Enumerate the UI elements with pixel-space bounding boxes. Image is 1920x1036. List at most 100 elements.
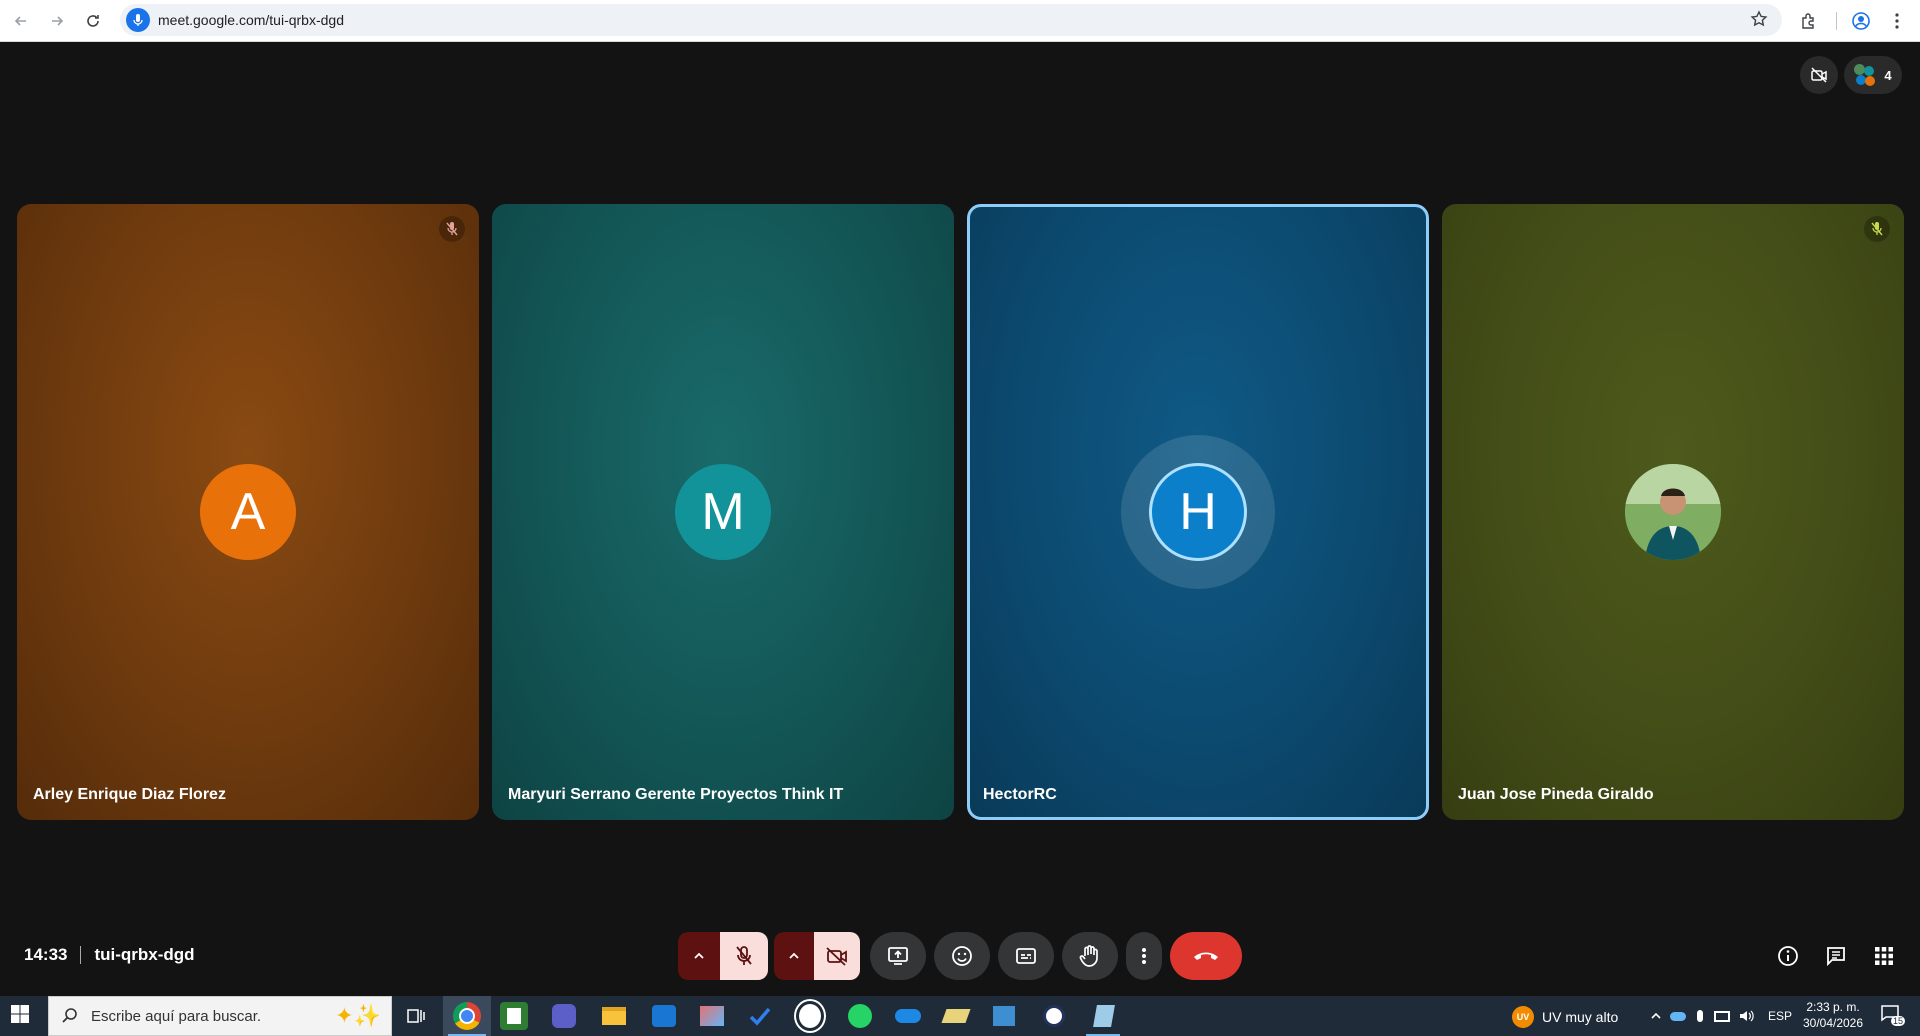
toolbar-divider [1836,12,1837,30]
avatar: A [200,464,296,560]
taskbar-search-box[interactable]: Escribe aquí para buscar. ✦✨ [48,996,392,1036]
clock-time: 2:33 p. m. [1806,1000,1860,1014]
clock-date: 30/04/2026 [1802,1016,1864,1030]
windows-taskbar: Escribe aquí para buscar. ✦✨ UV UV muy a… [0,996,1920,1036]
teams-icon[interactable] [550,1002,578,1030]
closed-captions-icon [1016,948,1036,964]
url-text[interactable]: meet.google.com/tui-qrbx-dgd [158,12,344,28]
extensions-button[interactable] [1796,8,1822,34]
weather-uv-icon[interactable]: UV [1512,1006,1534,1028]
avatar: H [1149,463,1247,561]
profile-photo [1625,464,1721,560]
participant-name: Juan Jose Pineda Giraldo [1458,786,1654,803]
reactions-button[interactable] [934,932,990,980]
search-icon [62,1008,77,1023]
more-vert-icon [1142,948,1146,964]
forward-arrow-icon [52,16,64,26]
outlook-icon[interactable] [650,1002,678,1030]
present-screen-button[interactable] [870,932,926,980]
participant-tile[interactable]: Juan Jose Pineda Giraldo [1442,204,1904,820]
reload-button[interactable] [80,8,106,34]
photos-icon[interactable] [698,1002,726,1030]
camera-off-indicator[interactable] [1800,56,1838,94]
camera-toggle-button[interactable] [814,932,860,980]
muted-mic-icon [439,216,465,242]
video-options-button[interactable] [774,932,814,980]
chrome-icon[interactable] [453,1002,481,1030]
forward-button[interactable] [44,8,70,34]
hand-icon [1079,945,1098,967]
camera-off-icon [826,947,847,966]
back-button[interactable] [8,8,34,34]
person-photo-icon [1625,464,1721,560]
chevron-up-icon [694,952,704,959]
muted-mic-icon [1864,216,1890,242]
language-indicator[interactable]: ESP [1768,1009,1792,1023]
bookmark-star-icon[interactable] [1750,10,1770,30]
search-placeholder: Escribe aquí para buscar. [91,1007,262,1025]
sticky-app-icon[interactable] [941,1002,971,1030]
present-screen-icon [888,947,908,965]
browser-toolbar: meet.google.com/tui-qrbx-dgd [0,0,1920,42]
weather-text[interactable]: UV muy alto [1542,1009,1618,1025]
raise-hand-button[interactable] [1062,932,1118,980]
network-tray-icon[interactable] [1710,1004,1734,1028]
windows-start-button[interactable] [10,1004,34,1028]
mic-tray-icon[interactable] [1688,1004,1712,1028]
account-icon [1852,12,1870,30]
whatsapp-icon[interactable] [846,1002,874,1030]
meeting-time: 14:33 [24,945,68,964]
network-app-icon[interactable] [990,1002,1018,1030]
notification-count-badge: 15 [1891,1016,1906,1026]
kebab-menu-icon [1895,13,1899,29]
participant-tile[interactable]: M Maryuri Serrano Gerente Proyectos Thin… [492,204,954,820]
task-view-button[interactable] [402,1002,430,1030]
apps-grid-icon [1875,947,1893,965]
onedrive-tray-icon[interactable] [1666,1004,1690,1028]
leave-call-button[interactable] [1170,932,1242,980]
participant-name: Maryuri Serrano Gerente Proyectos Think … [508,786,844,803]
meeting-details: 14:33 tui-qrbx-dgd [24,945,195,965]
file-explorer-icon[interactable] [600,1002,628,1030]
divider [80,946,82,964]
volume-tray-icon[interactable] [1734,1004,1758,1028]
address-bar[interactable]: meet.google.com/tui-qrbx-dgd [120,4,1782,36]
activities-button[interactable] [1866,938,1902,974]
captions-button[interactable] [998,932,1054,980]
participant-name: Arley Enrique Diaz Florez [33,786,226,803]
windows-logo-icon [11,1005,29,1023]
menu-button[interactable] [1884,8,1910,34]
notification-center-button[interactable]: 15 [1880,1004,1906,1028]
taskbar-clock[interactable]: 2:33 p. m. 30/04/2026 [1800,1000,1866,1030]
onedrive-icon[interactable] [894,1002,922,1030]
emoji-icon [952,946,972,966]
vpn-lock-icon[interactable] [1040,1002,1068,1030]
chat-button[interactable] [1818,938,1854,974]
notepad-app-icon[interactable] [500,1002,528,1030]
participant-tile[interactable]: A Arley Enrique Diaz Florez [17,204,479,820]
participant-grid: A Arley Enrique Diaz Florez M Maryuri Se… [17,204,1904,820]
microphone-toggle-button[interactable] [720,932,768,980]
notes-app-icon[interactable] [1090,1002,1118,1030]
participant-name: HectorRC [983,786,1057,803]
mic-control-group [678,932,768,980]
tray-overflow-chevron-icon[interactable] [1644,1004,1668,1028]
more-options-button[interactable] [1126,932,1162,980]
back-arrow-icon [14,16,26,26]
meeting-details-button[interactable] [1770,938,1806,974]
participants-button[interactable]: 4 [1844,56,1902,94]
chat-app-icon[interactable] [796,1001,824,1031]
profile-button[interactable] [1848,8,1874,34]
chevron-up-icon [789,952,799,959]
todo-icon[interactable] [746,1002,774,1030]
participant-tile-speaking[interactable]: H HectorRC [967,204,1429,820]
task-view-icon [407,1009,425,1023]
sparkle-decoration-icon: ✦✨ [335,1003,381,1028]
puzzle-icon [1802,13,1814,29]
audio-options-button[interactable] [678,932,720,980]
participant-count: 4 [1884,67,1892,83]
mic-site-icon[interactable] [126,8,150,32]
meeting-code: tui-qrbx-dgd [94,945,195,964]
chat-icon [1827,947,1845,967]
end-call-icon [1194,952,1218,960]
